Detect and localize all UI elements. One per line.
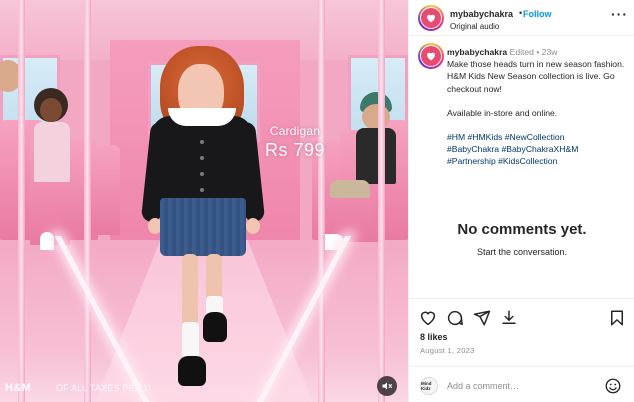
caption-line: Available in-store and online.: [447, 107, 558, 118]
more-options-button[interactable]: ···: [611, 6, 628, 22]
product-price-tag: Cardigan Rs 799: [265, 124, 325, 161]
seat: [90, 145, 120, 235]
separator-dot: •: [519, 8, 523, 18]
caption-author-avatar[interactable]: [418, 43, 444, 69]
comment-composer: Mind Kidz: [409, 366, 634, 402]
post-date: August 1, 2023: [420, 346, 475, 355]
download-icon[interactable]: [500, 309, 518, 327]
post-header: mybabychakra • Follow Original audio ···: [409, 0, 634, 36]
post-side-panel: mybabychakra • Follow Original audio ···…: [408, 0, 634, 402]
no-comments-subtitle: Start the conversation.: [476, 247, 568, 257]
grab-pole: [18, 0, 25, 402]
comment-input[interactable]: [447, 378, 597, 394]
caption-meta: Edited • 23w: [509, 47, 558, 57]
brand-logo: H&M: [5, 382, 31, 394]
hashtag-line[interactable]: #HM #HMKids #NewCollection: [447, 131, 629, 143]
grab-pole: [84, 0, 91, 402]
comment-icon[interactable]: [446, 309, 464, 327]
post-media[interactable]: Cardigan Rs 799 H&M OF ALL TAXES PER U: [0, 0, 408, 402]
follow-button[interactable]: Follow: [523, 9, 552, 19]
bookmark-icon[interactable]: [608, 309, 626, 327]
viewer-avatar: Mind Kidz: [420, 377, 438, 395]
speaker-muted-icon: [382, 382, 392, 390]
hashtag-line[interactable]: #Partnership #KidsCollection: [447, 155, 629, 167]
grab-pole: [378, 0, 385, 402]
author-avatar[interactable]: [418, 5, 444, 31]
grab-pole: [318, 0, 325, 402]
heart-logo-icon: [427, 52, 435, 61]
audio-link[interactable]: Original audio: [450, 22, 499, 31]
likes-count[interactable]: 8 likes: [420, 332, 448, 342]
heart-logo-icon: [427, 14, 435, 23]
heart-icon[interactable]: [419, 309, 437, 327]
product-price: Rs 799: [265, 140, 326, 160]
author-username[interactable]: mybabychakra: [450, 9, 513, 19]
hashtag-line[interactable]: #BabyChakra #BabyChakraXH&M: [447, 143, 629, 155]
caption-line: H&M Kids New Season collection is live. …: [447, 71, 615, 94]
no-comments-title: No comments yet.: [457, 221, 587, 238]
product-name: Cardigan: [269, 124, 321, 138]
smiley-icon[interactable]: [604, 377, 622, 395]
price-disclaimer: OF ALL TAXES PER U: [56, 383, 151, 393]
send-icon[interactable]: [473, 309, 491, 327]
mute-button[interactable]: [377, 376, 397, 396]
caption-line: Make those heads turn in new season fash…: [447, 59, 625, 70]
caption-username[interactable]: mybabychakra: [447, 47, 507, 57]
post-caption: mybabychakra Edited • 23w Make those hea…: [447, 46, 629, 168]
